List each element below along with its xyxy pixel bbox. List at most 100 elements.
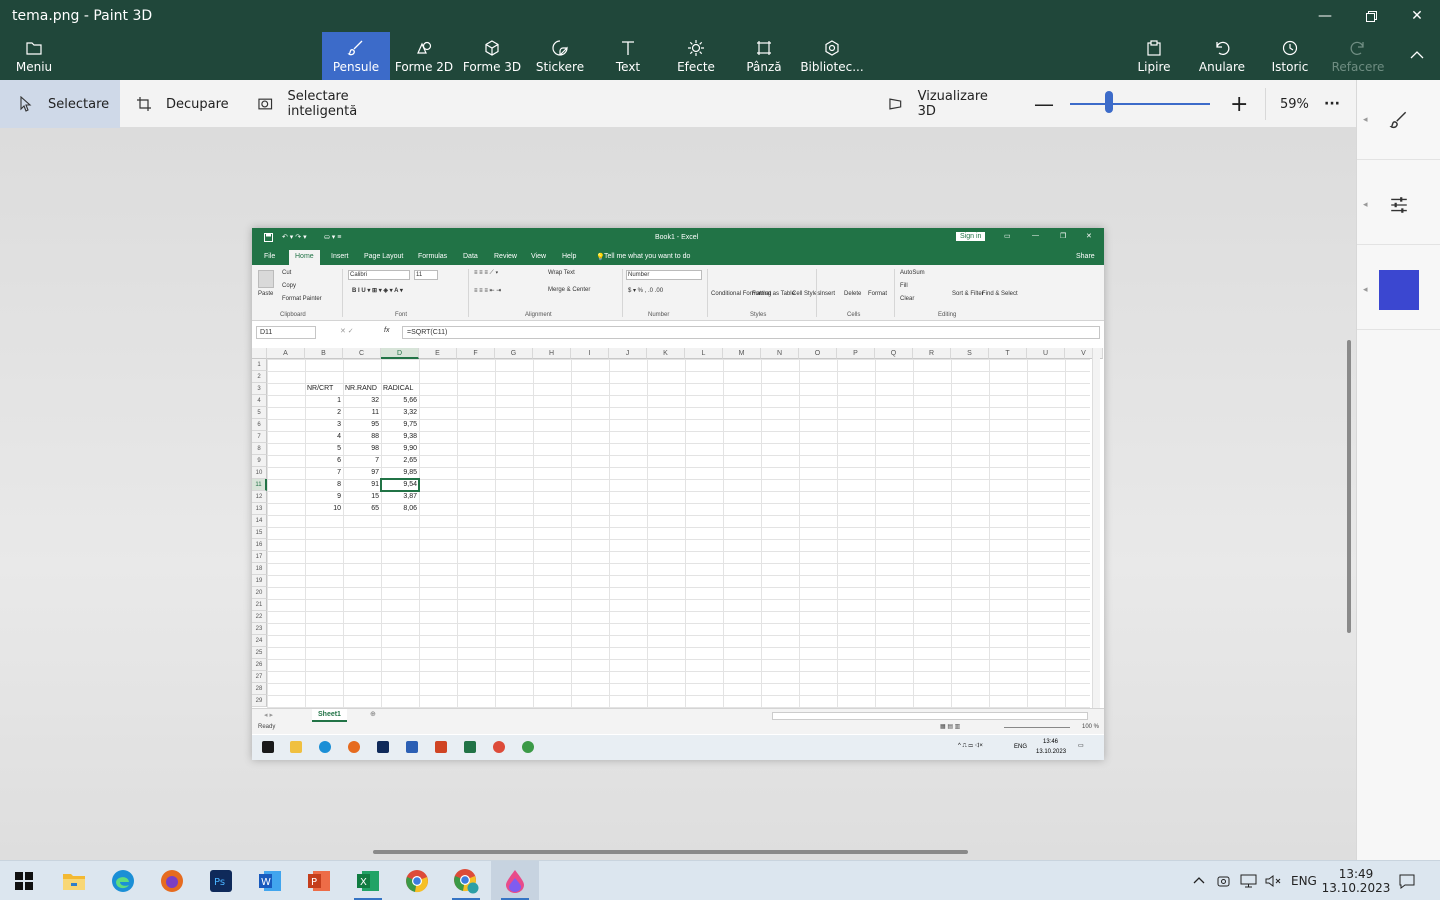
excel-minimize-icon: —	[1032, 232, 1039, 239]
crop-tool[interactable]: Decupare	[120, 80, 240, 128]
row-header: 3	[252, 383, 267, 395]
redo-icon	[1350, 41, 1364, 55]
start-button[interactable]	[0, 861, 48, 900]
align-top-icons: ≡ ≡ ≡ ⟋ ▾	[474, 270, 499, 276]
paint3d-icon	[506, 870, 524, 893]
tab-3d-shapes[interactable]: Forme 3D	[458, 32, 526, 80]
excel-zoom: 100 %	[1082, 724, 1100, 730]
magic-select-label: Selectare inteligentă	[287, 89, 358, 119]
zoom-slider-thumb[interactable]	[1105, 91, 1114, 113]
tray-volume[interactable]	[1264, 861, 1282, 900]
tab-text[interactable]: Text	[594, 32, 662, 80]
panel-color-button[interactable]: ◂	[1357, 250, 1440, 330]
view-3d-toggle[interactable]: Vizualizare 3D	[888, 80, 1008, 128]
cell-rand: 65	[371, 505, 379, 512]
tray-chevron[interactable]	[1192, 861, 1206, 900]
redo-button[interactable]: Refacere	[1324, 32, 1392, 80]
history-icon	[1282, 40, 1298, 55]
paste-button[interactable]: Lipire	[1120, 32, 1188, 80]
tab-effects[interactable]: Efecte	[662, 32, 730, 80]
excel-format: Format	[868, 291, 888, 297]
sun-icon	[688, 39, 704, 56]
panel-adjust-button[interactable]: ◂	[1357, 165, 1440, 245]
tab-library-label: Bibliotec...	[800, 59, 864, 74]
zoom-in-button[interactable]: +	[1230, 80, 1248, 128]
taskbar-firefox[interactable]	[148, 861, 196, 900]
group-number: Number	[648, 312, 670, 318]
chrome-profile-icon	[454, 869, 479, 894]
history-button[interactable]: Istoric	[1256, 32, 1324, 80]
cell-radical: 2,65	[403, 457, 417, 464]
cell-radical: 5,66	[403, 397, 417, 404]
caret-left-icon: ◂	[1363, 284, 1368, 295]
taskbar-excel[interactable]: X	[344, 861, 392, 900]
excel-paste: Paste	[258, 291, 274, 297]
undo-button[interactable]: Anulare	[1188, 32, 1256, 80]
tab-canvas[interactable]: Pânză	[730, 32, 798, 80]
canvas-image-excel[interactable]: ↶ ▾ ↷ ▾ ⛀ ▾ ≡ Book1 - Excel Sign in ▭ — …	[252, 228, 1104, 760]
zoom-out-button[interactable]: —	[1034, 80, 1054, 128]
collapse-ribbon-button[interactable]	[1394, 32, 1440, 80]
taskbar-powerpoint[interactable]: P	[295, 861, 343, 900]
tray-notifications[interactable]	[1398, 861, 1416, 900]
row-header: 29	[252, 695, 267, 707]
cell-radical: 9,85	[403, 469, 417, 476]
more-options-button[interactable]: ···	[1324, 80, 1348, 128]
tray-network[interactable]	[1240, 861, 1258, 900]
row-header: 28	[252, 683, 267, 695]
row-header: 15	[252, 527, 267, 539]
tab-brushes-label: Pensule	[332, 59, 380, 74]
zoom-percent[interactable]: 59%	[1280, 80, 1320, 128]
tab-library[interactable]: Bibliotec...	[798, 32, 866, 80]
tab-2d-shapes[interactable]: Forme 2D	[390, 32, 458, 80]
ribbon-display-icon: ▭	[1004, 233, 1011, 240]
excel-autosum: AutoSum	[900, 270, 925, 276]
tray-clock[interactable]: 13:49 13.10.2023	[1322, 861, 1391, 900]
tab-menu[interactable]: Meniu	[0, 32, 68, 80]
row-header: 23	[252, 623, 267, 635]
svg-text:W: W	[261, 877, 271, 888]
taskbar-photoshop[interactable]: Ps	[197, 861, 245, 900]
add-sheet-icon: ⊕	[370, 711, 376, 718]
vertical-scrollbar[interactable]	[1347, 340, 1351, 633]
taskbar-paint3d[interactable]	[491, 861, 539, 900]
sign-in-button[interactable]: Sign in	[956, 232, 986, 241]
color-swatch[interactable]	[1379, 269, 1419, 310]
taskbar-file-explorer[interactable]	[50, 861, 98, 900]
excel-copy: Copy	[282, 283, 297, 289]
magic-select-tool[interactable]: Selectare inteligentă	[258, 80, 418, 128]
column-header: G	[495, 348, 533, 359]
row-header: 5	[252, 407, 267, 419]
horizontal-scrollbar[interactable]	[373, 850, 968, 854]
close-button[interactable]: ✕	[1394, 0, 1440, 32]
tab-stickers[interactable]: Stickere	[526, 32, 594, 80]
row-header: 6	[252, 419, 267, 431]
cell-rand: 97	[371, 469, 379, 476]
row-header: 16	[252, 539, 267, 551]
cell-nr: 4	[337, 433, 341, 440]
tab-effects-label: Efecte	[677, 59, 715, 74]
name-box: D11	[256, 326, 316, 339]
ribbon-separator	[816, 269, 817, 317]
tray-language[interactable]: ENG	[1291, 861, 1317, 900]
taskbar-edge[interactable]	[99, 861, 147, 900]
taskbar-chrome[interactable]	[393, 861, 441, 900]
zoom-slider-track[interactable]	[1070, 103, 1210, 105]
save-icon	[264, 233, 273, 242]
row-header: 1	[252, 359, 267, 371]
panel-brush-button[interactable]: ◂	[1357, 80, 1440, 160]
select-all-corner	[252, 348, 267, 359]
column-header: B	[305, 348, 343, 359]
taskbar-word[interactable]: W	[246, 861, 294, 900]
number-format-box: Number	[626, 270, 702, 280]
excel-fill: Fill	[900, 283, 908, 289]
maximize-button[interactable]	[1348, 0, 1394, 32]
tray-meet-now[interactable]	[1216, 861, 1232, 900]
canvas-icon	[757, 40, 771, 55]
select-tool[interactable]: Selectare	[0, 80, 120, 128]
minimize-button[interactable]: —	[1302, 0, 1348, 32]
cell-rand: 88	[371, 433, 379, 440]
tab-brushes[interactable]: Pensule	[322, 32, 390, 80]
taskbar-chrome-profile[interactable]	[442, 861, 490, 900]
cell-radical: 3,32	[403, 409, 417, 416]
